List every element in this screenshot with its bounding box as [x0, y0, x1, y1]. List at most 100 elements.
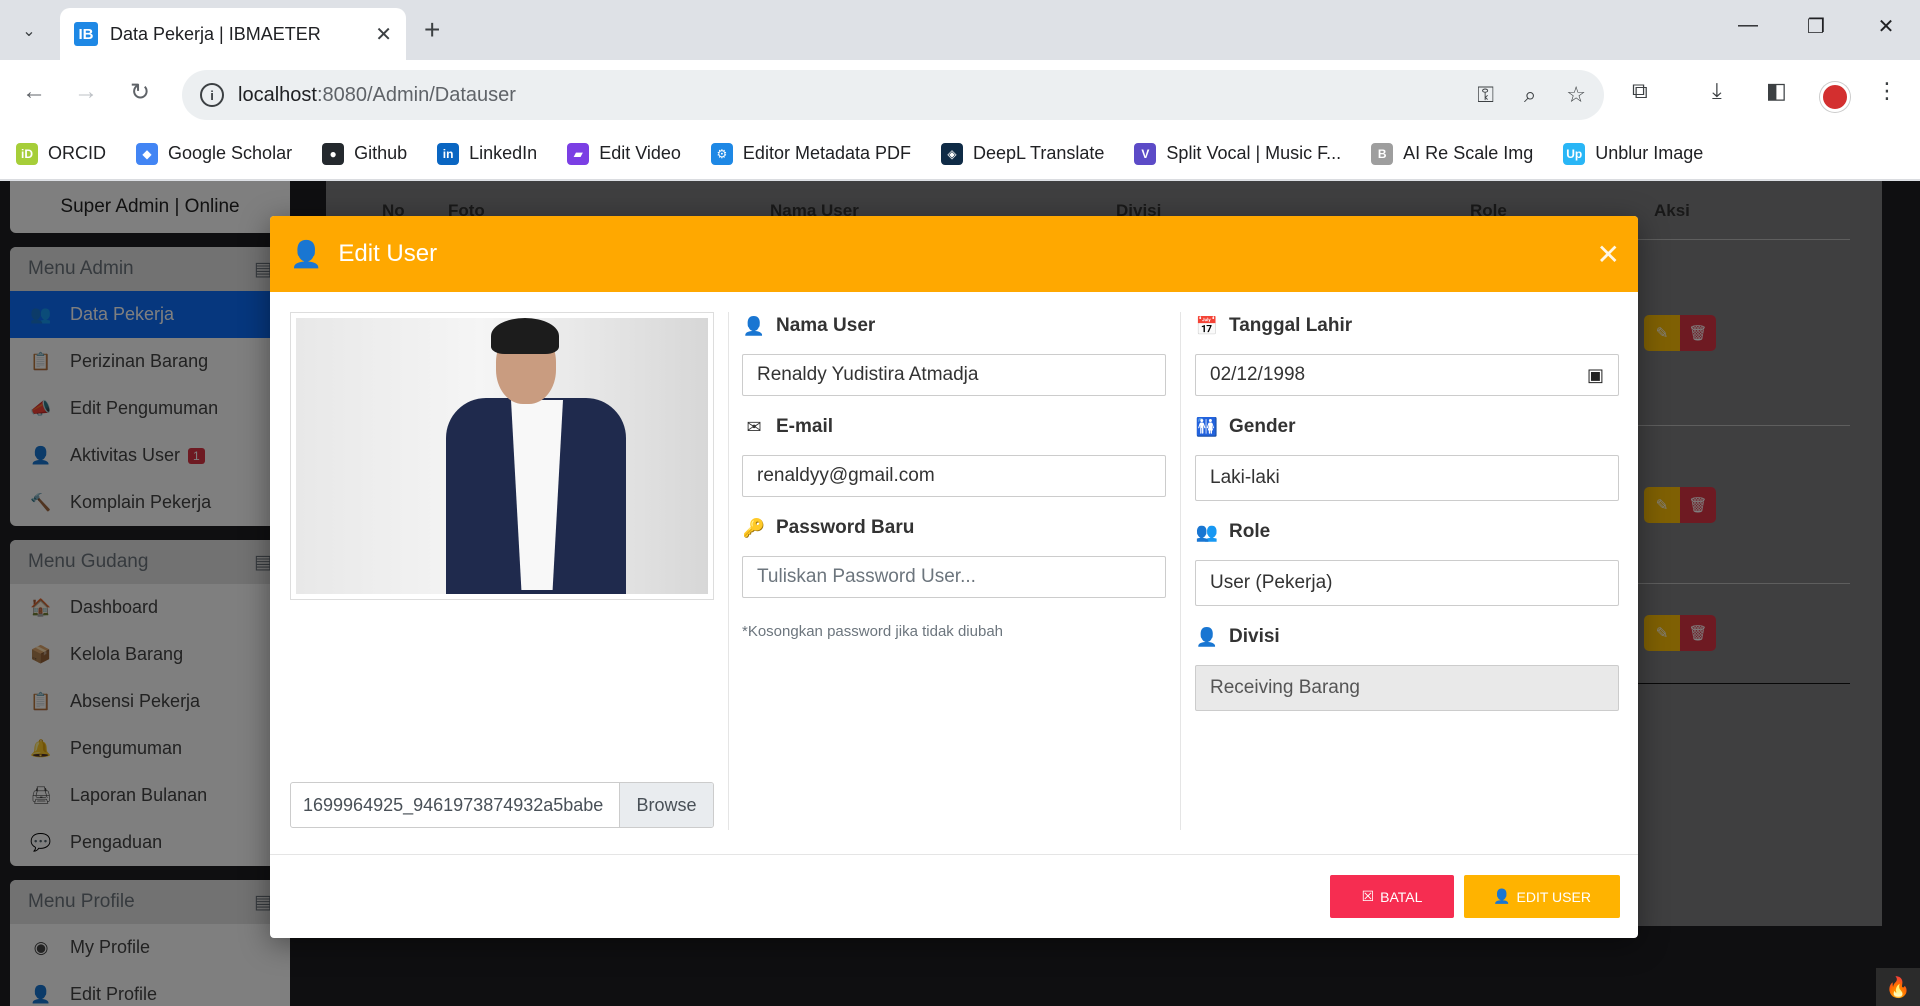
delete-row-icon[interactable]: 🗑 — [1680, 615, 1716, 651]
tab-title: Data Pekerja | IBMAETER — [110, 23, 321, 44]
sidebar-item[interactable]: 💬 Pengaduan — [10, 819, 290, 866]
email-input[interactable]: renaldyy@gmail.com — [742, 455, 1166, 497]
bookmark-label: Google Scholar — [168, 143, 293, 163]
sidebar-group: Menu Admin ▤ 👥 Data Pekerja 📋 Perizinan Baran… — [10, 247, 290, 526]
url-text: localhost:8080/Admin/Datauser — [238, 84, 516, 107]
date-picker-icon[interactable]: ▣ — [1587, 365, 1604, 386]
sidebar-item-label: Aktivitas User — [70, 445, 181, 465]
restroom-icon: 🚻 — [1195, 416, 1219, 437]
chat-icon: 💬 — [30, 832, 52, 852]
photo-file-input[interactable]: 1699964925_9461973874932a5babe Browse — [290, 782, 714, 828]
zoom-icon[interactable]: ⌕ — [1524, 82, 1536, 108]
window-close-icon[interactable]: ✕ — [1866, 14, 1906, 39]
key-icon: 🔑 — [742, 517, 766, 538]
sidebar-item[interactable]: 📋 Perizinan Barang — [10, 338, 290, 385]
bookmark-item[interactable]: ● Github — [322, 142, 407, 165]
restore-icon[interactable]: ❐ — [1796, 14, 1836, 39]
site-info-icon[interactable]: i — [200, 83, 224, 107]
role-group: 👥 Role User (Pekerja) — [1195, 518, 1619, 606]
bookmark-item[interactable]: ◆ Google Scholar — [136, 142, 293, 165]
nama-user-input[interactable]: Renaldy Yudistira Atmadja — [742, 354, 1166, 396]
bookmark-item[interactable]: iD ORCID — [16, 142, 106, 165]
sidebar-item[interactable]: 🔔 Pengumuman — [10, 725, 290, 772]
batal-label: BATAL — [1380, 888, 1423, 905]
new-tab-plus-icon[interactable]: + — [424, 14, 440, 46]
bookmark-item[interactable]: Up Unblur Image — [1563, 142, 1703, 165]
forward-arrow-icon[interactable]: → — [70, 78, 102, 106]
sidebar-item[interactable]: 📋 Absensi Pekerja — [10, 678, 290, 725]
sidebar-item-label: Edit Profile — [70, 984, 158, 1004]
user-edit-icon: 👤 — [290, 238, 323, 269]
sidebar-item-label: Pengumuman — [70, 738, 183, 758]
sidebar-item[interactable]: 📣 Edit Pengumuman — [10, 385, 290, 432]
delete-row-icon[interactable]: 🗑 — [1680, 487, 1716, 523]
gavel-icon: 🔨 — [30, 492, 52, 512]
bookmark-favicon-icon: ▰ — [567, 142, 590, 165]
tab-close-icon[interactable]: ✕ — [375, 22, 392, 47]
bookmark-item[interactable]: ⚙ Editor Metadata PDF — [710, 142, 911, 165]
bookmark-favicon-icon: V — [1134, 142, 1157, 165]
bookmark-item[interactable]: V Split Vocal | Music F... — [1134, 142, 1342, 165]
batal-button[interactable]: ☒ BATAL — [1330, 875, 1454, 918]
modal-close-icon[interactable]: ✕ — [1597, 238, 1620, 271]
extensions-icon[interactable]: ⧉ — [1632, 78, 1648, 104]
sidebar-item[interactable]: 👤 Edit Profile — [10, 971, 290, 1006]
profile-avatar[interactable] — [1820, 82, 1850, 112]
gender-select[interactable]: Laki-laki — [1195, 455, 1619, 501]
menu-kebab-icon[interactable]: ⋮ — [1876, 78, 1898, 104]
tanggal-lahir-label-row: 📅 Tanggal Lahir — [1195, 312, 1619, 340]
bookmark-item[interactable]: B AI Re Scale Img — [1371, 142, 1533, 165]
password-key-icon[interactable]: ⚿ — [1477, 82, 1494, 108]
divisi-input: Receiving Barang — [1195, 665, 1619, 711]
bookmark-item[interactable]: in LinkedIn — [437, 142, 537, 165]
sidebar-item[interactable]: ◉ My Profile — [10, 924, 290, 971]
bookmark-favicon-icon: ⚙ — [710, 142, 733, 165]
debug-toolbar-flame-icon[interactable]: 🔥 — [1876, 968, 1920, 1006]
browser-tab[interactable]: IB Data Pekerja | IBMAETER ✕ — [60, 8, 406, 60]
sidebar-item[interactable]: 🏠 Dashboard — [10, 584, 290, 631]
delete-row-icon[interactable]: 🗑 — [1680, 315, 1716, 351]
envelope-icon: ✉ — [746, 416, 762, 437]
sidebar-group-header: Menu Gudang ▤ — [10, 540, 290, 584]
sidebar-item[interactable]: 👤 Aktivitas User 1 — [10, 432, 290, 479]
modal-title: Edit User — [338, 240, 438, 267]
download-icon[interactable]: ⤓ — [1712, 78, 1722, 104]
sidebar-item[interactable]: 🔨 Komplain Pekerja — [10, 479, 290, 526]
edit-user-button[interactable]: 👤 EDIT USER — [1464, 875, 1620, 918]
user-tie-icon: 👤 — [1195, 626, 1219, 647]
bookmark-star-icon[interactable]: ☆ — [1566, 82, 1586, 108]
address-bar[interactable]: i localhost:8080/Admin/Datauser ⚿ ⌕ ☆ — [182, 70, 1604, 120]
back-arrow-icon[interactable]: ← — [18, 78, 50, 106]
tanggal-lahir-input[interactable]: 02/12/1998 ▣ — [1195, 354, 1619, 396]
role-select[interactable]: User (Pekerja) — [1195, 560, 1619, 606]
bookmark-item[interactable]: ◈ DeepL Translate — [941, 142, 1104, 165]
tab-search-chevron-icon[interactable]: ⌄ — [14, 16, 44, 46]
clipboard-icon: 📋 — [30, 691, 52, 711]
edit-row-icon[interactable]: ✎ — [1644, 315, 1680, 351]
sidebar-item[interactable]: 🖨 Laporan Bulanan — [10, 772, 290, 819]
reload-icon[interactable]: ↻ — [124, 78, 156, 107]
minimize-icon[interactable]: — — [1728, 14, 1768, 37]
user-status: Super Admin | Online — [10, 181, 290, 233]
user-photo-frame — [290, 312, 714, 600]
sidebar: Super Admin | Online Menu Admin ▤ 👥 Data Pe… — [10, 181, 290, 1006]
activity-icon: 👤 — [30, 445, 52, 465]
bookmark-item[interactable]: ▰ Edit Video — [567, 142, 681, 165]
bookmark-favicon-icon: Up — [1563, 142, 1586, 165]
edit-row-icon[interactable]: ✎ — [1644, 615, 1680, 651]
bookmark-label: Edit Video — [599, 143, 681, 163]
password-input[interactable]: Tuliskan Password User... — [742, 556, 1166, 598]
print-icon: 🖨 — [30, 785, 52, 805]
sidebar-item[interactable]: 📦 Kelola Barang — [10, 631, 290, 678]
password-label-row: 🔑 Password Baru — [742, 514, 1166, 542]
clipboard-icon: 📋 — [30, 351, 52, 371]
th-aksi[interactable]: Aksi — [1654, 201, 1690, 221]
divisi-group: 👤 Divisi Receiving Barang — [1195, 623, 1619, 711]
bookmark-label: Split Vocal | Music F... — [1166, 143, 1342, 163]
browse-button[interactable]: Browse — [619, 783, 713, 827]
megaphone-icon: 📣 — [30, 398, 52, 418]
edit-row-icon[interactable]: ✎ — [1644, 487, 1680, 523]
side-panel-icon[interactable]: ◧ — [1766, 78, 1787, 104]
sidebar-item[interactable]: 👥 Data Pekerja — [10, 291, 290, 338]
role-label: Role — [1229, 521, 1271, 542]
